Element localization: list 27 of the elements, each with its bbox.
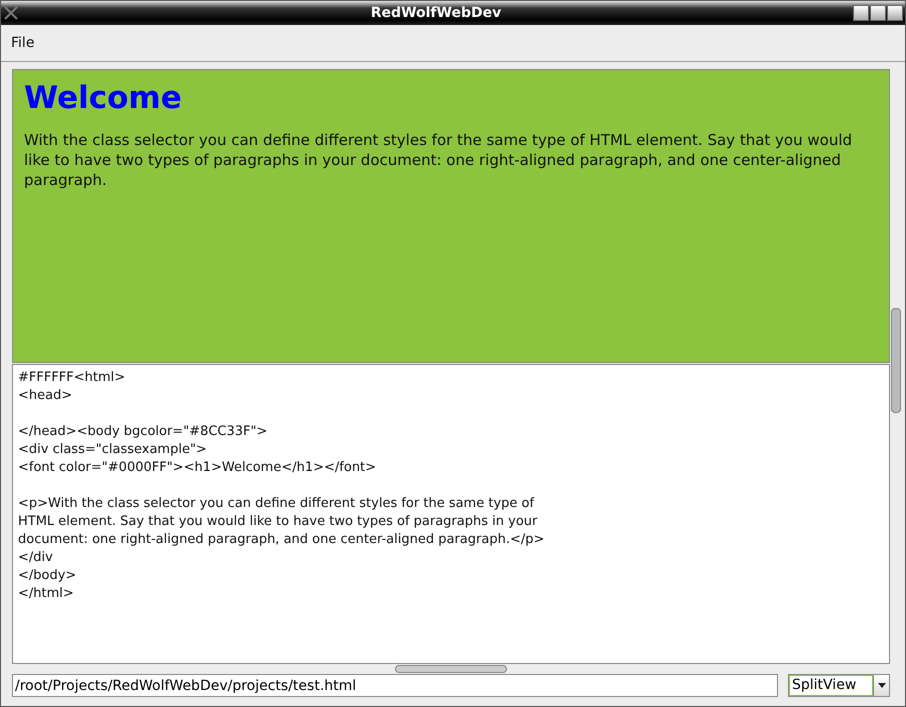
maximize-button[interactable] [870,5,886,21]
code-editor[interactable] [12,364,890,664]
code-line: <head> [18,387,74,405]
scrollbar-thumb[interactable] [891,308,901,413]
code-line: </html> [18,585,75,603]
menu-item[interactable]: File [5,35,40,51]
view-select[interactable]: SplitView [788,674,890,697]
code-line: #FFFFFF<html> [18,369,126,387]
caret-icon [878,683,886,688]
minimize-button[interactable] [852,5,869,21]
code-line: <div class="classexample"> [18,441,208,459]
view-select-value: SplitView [789,675,873,696]
preview-heading: Welcome [24,80,183,116]
code-line: </body> [18,567,78,585]
close-icon[interactable] [3,5,19,21]
window-title: RedWolfWebDev [370,5,502,21]
code-line: <font color="#0000FF"><h1>Welcome</h1></font> [18,459,378,477]
code-line: <p>With the class selector you can define different styles for the same type of [18,495,536,513]
splitter-handle[interactable] [395,665,507,673]
code-line: HTML element. Say that you would like to have two types of paragraphs in your [18,513,538,531]
dropdown-button[interactable] [873,675,889,696]
code-line: </head><body bgcolor="#8CC33F"> [18,423,268,441]
path-field[interactable]: /root/Projects/RedWolfWebDev/projects/test.html [12,674,778,697]
preview-paragraph: With the class selector you can define different styles for the same type of HTML element. Say that you would like to have two types of paragraphs in your document: one right-aligned paragraph, and one center-aligned paragraph. [24,130,854,190]
code-line: document: one right-aligned paragraph, and one center-aligned paragraph.</p> [18,531,546,549]
code-line: </div [18,549,54,567]
close-button[interactable] [886,5,903,21]
